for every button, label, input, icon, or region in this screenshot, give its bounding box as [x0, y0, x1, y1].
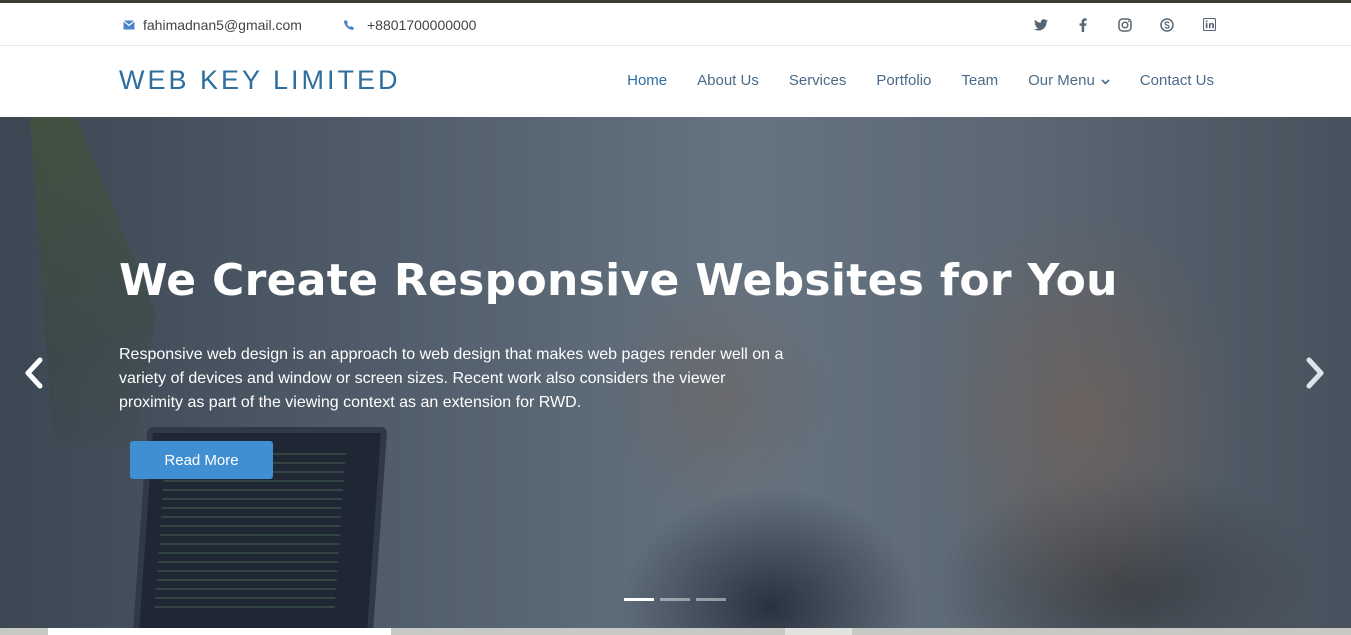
phone-contact[interactable]: +8801700000000 [343, 3, 476, 46]
nav-portfolio[interactable]: Portfolio [876, 72, 931, 89]
phone-icon [343, 19, 355, 31]
nav-contact-us[interactable]: Contact Us [1140, 72, 1214, 89]
nav-our-menu-label: Our Menu [1028, 71, 1095, 89]
site-header: WEB KEY LIMITED Home About Us Services P… [0, 47, 1351, 117]
read-more-button[interactable]: Read More [130, 441, 273, 479]
nav-about-us-label: About Us [697, 71, 759, 89]
bottom-strip-segment-light [785, 628, 852, 635]
carousel-indicators [624, 598, 726, 601]
chevron-right-icon [1305, 357, 1325, 394]
twitter-icon[interactable] [1033, 17, 1049, 33]
site-logo[interactable]: WEB KEY LIMITED [119, 47, 401, 113]
nav-portfolio-label: Portfolio [876, 71, 932, 89]
carousel-next-button[interactable] [1299, 355, 1331, 395]
phone-text: +8801700000000 [367, 16, 477, 33]
hero-description: Responsive web design is an approach to … [119, 346, 784, 411]
skype-icon[interactable] [1159, 17, 1175, 33]
nav-team[interactable]: Team [961, 72, 998, 89]
top-contact-bar: fahimadnan5@gmail.com +8801700000000 [0, 3, 1351, 46]
nav-team-label: Team [961, 71, 999, 89]
email-contact[interactable]: fahimadnan5@gmail.com [123, 3, 302, 46]
carousel-prev-button[interactable] [18, 355, 50, 395]
nav-home-label: Home [627, 71, 668, 89]
nav-services-label: Services [788, 71, 847, 89]
chevron-down-icon [1101, 72, 1110, 89]
email-text: fahimadnan5@gmail.com [143, 16, 302, 33]
carousel-indicator-2[interactable] [660, 598, 690, 601]
nav-contact-us-label: Contact Us [1139, 71, 1214, 89]
social-links [1033, 3, 1217, 46]
chevron-left-icon [24, 357, 44, 394]
nav-home[interactable]: Home [627, 72, 667, 89]
nav-about-us[interactable]: About Us [697, 72, 759, 89]
hero-title: We Create Responsive Websites for You [119, 255, 1118, 306]
bottom-strip [0, 628, 1351, 635]
carousel-indicator-1[interactable] [624, 598, 654, 601]
linkedin-icon[interactable] [1201, 17, 1217, 33]
carousel-indicator-3[interactable] [696, 598, 726, 601]
instagram-icon[interactable] [1117, 17, 1133, 33]
facebook-icon[interactable] [1075, 17, 1091, 33]
hero-carousel: We Create Responsive Websites for You Re… [0, 117, 1351, 628]
nav-services[interactable]: Services [789, 72, 847, 89]
nav-our-menu[interactable]: Our Menu [1028, 72, 1110, 89]
bottom-strip-segment [48, 628, 391, 635]
envelope-icon [123, 19, 135, 30]
main-navigation: Home About Us Services Portfolio Team Ou… [627, 47, 1214, 113]
